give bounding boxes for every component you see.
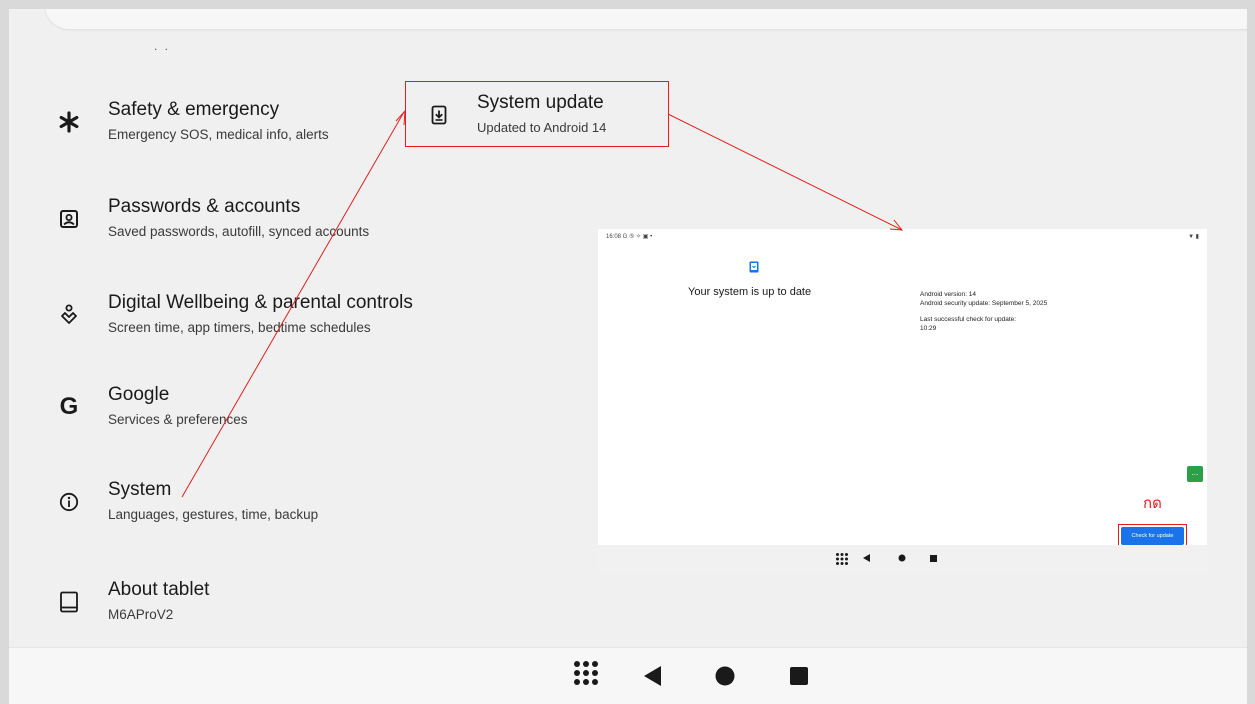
system-update-subtitle: Updated to Android 14 (477, 120, 607, 135)
setting-title: Digital Wellbeing & parental controls (108, 292, 413, 313)
setting-title: Safety & emergency (108, 99, 280, 120)
setting-subtitle: Saved passwords, autofill, synced accoun… (108, 224, 370, 239)
android-version: Android version: 14 (920, 291, 977, 298)
last-check-time: 10:29 (920, 324, 937, 332)
system-update-screenshot: 16:08 G ⑤ ✧ ▣ • ▼ ▮ Your system is up to… (598, 229, 1207, 573)
phone-update-icon (749, 260, 759, 273)
home-icon (898, 554, 906, 562)
settings-screen: . . Safety & emergency Emergency SOS, me… (9, 9, 1247, 704)
setting-about-tablet[interactable]: About tablet M6AProV2 (54, 579, 474, 639)
back-icon[interactable] (644, 666, 662, 686)
setting-subtitle: Emergency SOS, medical info, alerts (108, 127, 329, 142)
setting-passwords-accounts[interactable]: Passwords & accounts Saved passwords, au… (54, 196, 474, 256)
info-icon (54, 487, 84, 517)
inset-status-right: ▼ ▮ (1188, 234, 1199, 240)
setting-subtitle: M6AProV2 (108, 607, 174, 622)
setting-title: About tablet (108, 579, 210, 600)
last-check-label: Last successful check for update: (920, 316, 1017, 323)
back-icon (863, 554, 870, 562)
search-bar[interactable] (45, 9, 1247, 29)
floating-badge[interactable]: ... (1187, 466, 1203, 482)
up-to-date-text: Your system is up to date (688, 286, 812, 298)
system-update-icon (424, 100, 454, 130)
account-box-icon (54, 204, 84, 234)
setting-system[interactable]: System Languages, gestures, time, backup (54, 479, 474, 539)
security-update: Android security update: September 5, 20… (920, 299, 1048, 307)
app-drawer-icon[interactable] (574, 661, 602, 689)
google-icon: G (59, 393, 79, 420)
top-hint-text: . . (154, 39, 171, 53)
system-update-item[interactable]: System update Updated to Android 14 (405, 81, 669, 147)
home-icon[interactable] (715, 666, 735, 686)
wellbeing-icon (54, 300, 84, 330)
navigation-bar (9, 647, 1247, 704)
recents-icon[interactable] (790, 667, 808, 685)
recents-icon (930, 555, 937, 562)
android-info: Android version: 14 Android security upd… (920, 291, 1047, 333)
check-for-update-button[interactable]: Check for update (1121, 527, 1184, 545)
asterisk-icon (54, 107, 84, 137)
setting-google[interactable]: G Google Services & preferences (54, 384, 474, 444)
setting-subtitle: Languages, gestures, time, backup (108, 507, 319, 522)
system-update-title: System update (477, 92, 604, 113)
inset-status-bar: 16:08 G ⑤ ✧ ▣ • (606, 234, 653, 240)
setting-subtitle: Services & preferences (108, 412, 248, 427)
setting-title: Google (108, 384, 170, 405)
setting-digital-wellbeing[interactable]: Digital Wellbeing & parental controls Sc… (54, 292, 474, 352)
tablet-icon (54, 587, 84, 617)
press-annotation: กด (1143, 495, 1162, 512)
inset-nav-bar (598, 545, 1207, 573)
app-drawer-icon (836, 553, 850, 567)
setting-title: System (108, 479, 172, 500)
setting-subtitle: Screen time, app timers, bedtime schedul… (108, 320, 371, 335)
setting-title: Passwords & accounts (108, 196, 301, 217)
